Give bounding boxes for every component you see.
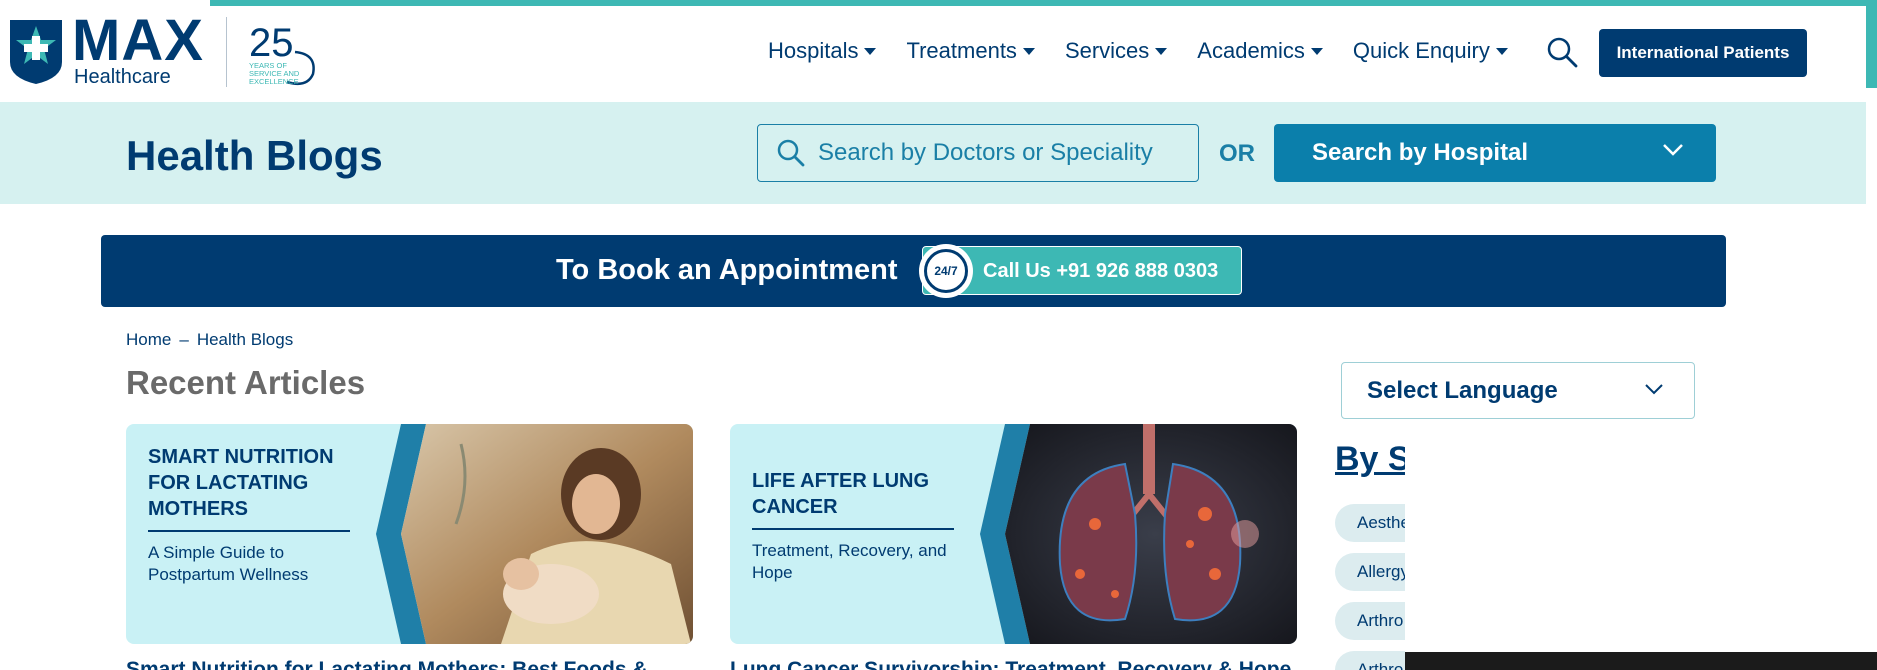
nav-label: Treatments <box>906 38 1017 63</box>
brand-sub: Healthcare <box>74 66 171 88</box>
nav-treatments[interactable]: Treatments <box>906 38 1035 64</box>
brand-name: MAX <box>72 8 204 73</box>
header-edge-accent <box>1866 0 1877 88</box>
appointment-banner <box>101 235 1726 307</box>
chevron-down-icon <box>1663 144 1683 156</box>
card-divider <box>752 528 954 530</box>
header-accent-line <box>210 0 1877 6</box>
search-icon <box>777 139 805 167</box>
speciality-chip[interactable]: Arthro <box>1335 602 1405 640</box>
breadcrumb-separator: – <box>179 330 189 349</box>
card-title: LIFE AFTER LUNG CANCER <box>752 470 930 518</box>
logo-divider <box>225 17 227 87</box>
search-icon[interactable] <box>1546 36 1578 68</box>
caret-down-icon <box>1495 47 1508 55</box>
nav-label: Academics <box>1197 38 1305 63</box>
breadcrumb: Home – Health Blogs <box>126 330 293 350</box>
search-placeholder: Search by Doctors or Speciality <box>818 139 1153 166</box>
nav-hospitals[interactable]: Hospitals <box>768 38 877 64</box>
mother-baby-image <box>376 424 693 644</box>
card-subtitle: Treatment, Recovery, and Hope <box>752 541 947 582</box>
by-speciality-heading: By S <box>1335 440 1405 478</box>
call-us-button[interactable]: 24/7 Call Us +91 926 888 0303 <box>919 244 1242 298</box>
breadcrumb-home[interactable]: Home <box>126 330 171 350</box>
phone-24-7-icon: 24/7 <box>919 244 973 298</box>
breadcrumb-current: Health Blogs <box>196 330 294 349</box>
nav-academics[interactable]: Academics <box>1197 38 1323 64</box>
speciality-chip[interactable]: Arthro <box>1335 651 1405 670</box>
popup-bar <box>1405 652 1877 670</box>
lungs-image <box>980 424 1297 644</box>
article-card-nutrition[interactable]: SMART NUTRITION FOR LACTATING MOTHERS A … <box>126 424 693 644</box>
max-healthcare-logo[interactable]: MAX Healthcare 25 YEARS OF SERVICE AND E… <box>8 8 319 88</box>
card-divider <box>148 530 350 532</box>
nav-label: Quick Enquiry <box>1352 38 1490 63</box>
caret-down-icon <box>1155 47 1168 55</box>
language-select[interactable]: Select Language <box>1341 362 1695 419</box>
article-heading[interactable]: Lung Cancer Survivorship: Treatment, Rec… <box>730 658 1297 670</box>
doctor-search-input[interactable]: Search by Doctors or Speciality <box>757 124 1199 182</box>
article-heading[interactable]: Smart Nutrition for Lactating Mothers: B… <box>126 658 693 670</box>
caret-down-icon <box>1310 47 1323 55</box>
speciality-chip[interactable]: Allergy <box>1335 553 1405 591</box>
appointment-text: To Book an Appointment <box>556 254 898 286</box>
nav-services[interactable]: Services <box>1064 38 1168 64</box>
chevron-down-icon <box>1645 384 1663 395</box>
anniversary-line-3: EXCELLENCE <box>249 77 299 86</box>
recent-articles-heading: Recent Articles <box>126 364 366 401</box>
page-title: Health Blogs <box>126 132 383 179</box>
language-select-label: Select Language <box>1367 376 1558 404</box>
international-patients-button[interactable]: International Patients <box>1599 29 1807 77</box>
hospital-select-label: Search by Hospital <box>1312 139 1529 166</box>
caret-down-icon <box>1022 47 1035 55</box>
badge-24-7: 24/7 <box>924 249 968 293</box>
nav-label: Hospitals <box>768 38 859 63</box>
card-title: SMART NUTRITION FOR LACTATING MOTHERS <box>148 446 334 520</box>
anniversary-number: 25 <box>249 21 294 65</box>
or-divider-text: OR <box>1219 140 1255 167</box>
anniversary-badge: 25 YEARS OF SERVICE AND EXCELLENCE <box>247 16 319 88</box>
speciality-chip[interactable]: Aesthe <box>1335 504 1405 542</box>
article-card-lung-cancer[interactable]: LIFE AFTER LUNG CANCER Treatment, Recove… <box>730 424 1297 644</box>
card-subtitle: A Simple Guide to Postpartum Wellness <box>148 543 309 584</box>
popup-overlay <box>1405 425 1877 670</box>
call-us-label: Call Us +91 926 888 0303 <box>983 260 1219 282</box>
shield-cross-icon <box>10 20 62 84</box>
hospital-select[interactable]: Search by Hospital <box>1274 124 1716 182</box>
caret-down-icon <box>864 47 877 55</box>
main-nav: Hospitals Treatments Services Academics … <box>768 38 1538 64</box>
nav-quick-enquiry[interactable]: Quick Enquiry <box>1353 38 1508 64</box>
nav-label: Services <box>1064 38 1150 63</box>
